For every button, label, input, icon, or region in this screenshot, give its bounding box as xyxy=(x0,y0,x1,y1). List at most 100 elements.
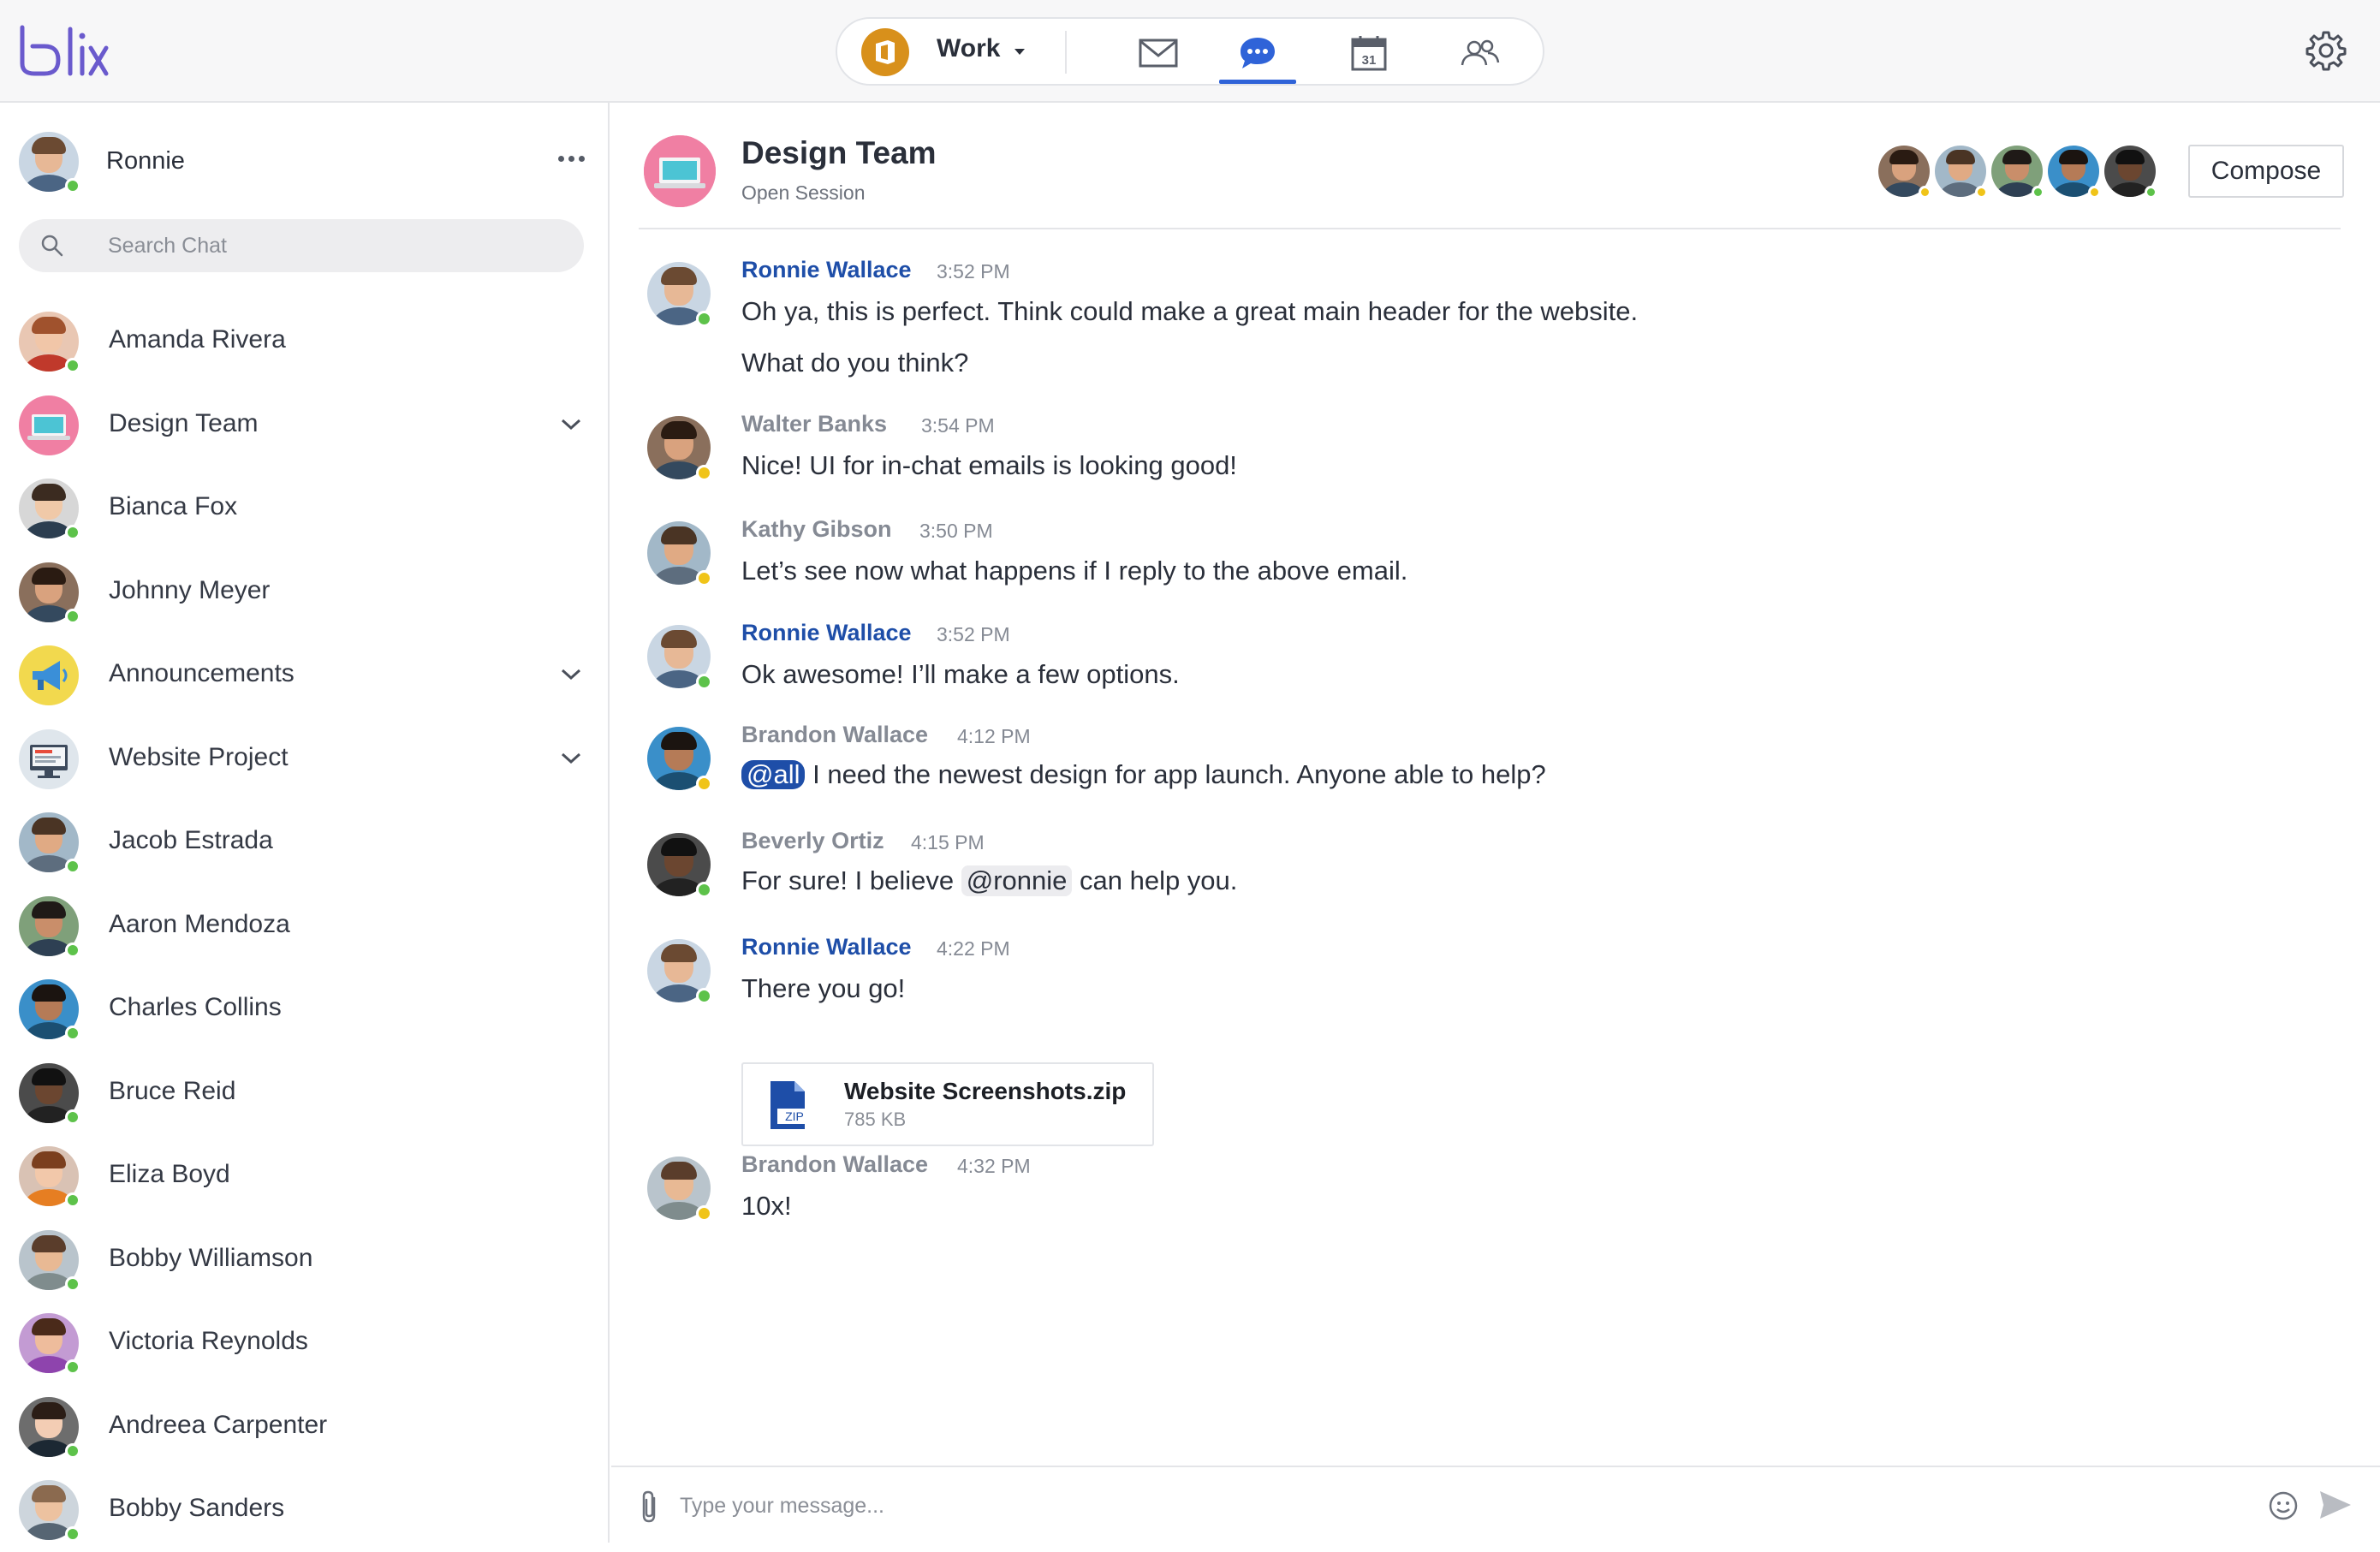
nav-mail-button[interactable] xyxy=(1120,27,1197,79)
avatar[interactable] xyxy=(1878,146,1931,199)
avatar[interactable] xyxy=(1991,146,2044,199)
chat-list-item[interactable]: Jacob Estrada xyxy=(0,800,608,884)
avatar[interactable] xyxy=(19,979,80,1041)
message-timestamp: 3:50 PM xyxy=(919,520,993,542)
chat-list-item[interactable]: Andreea Carpenter xyxy=(0,1385,608,1469)
chevron-down-icon[interactable] xyxy=(560,752,582,765)
message-sender[interactable]: Ronnie Wallace xyxy=(741,257,912,283)
message-sender[interactable]: Beverly Ortiz xyxy=(741,828,884,854)
message-sender[interactable]: Ronnie Wallace xyxy=(741,934,912,960)
avatar[interactable] xyxy=(19,1480,80,1542)
chat-name: Bobby Sanders xyxy=(109,1494,285,1522)
avatar[interactable] xyxy=(19,312,80,373)
chat-list-item[interactable]: Bobby Williamson xyxy=(0,1218,608,1302)
chat-list-item[interactable]: Johnny Meyer xyxy=(0,550,608,634)
avatar[interactable] xyxy=(2048,146,2101,199)
message-input[interactable] xyxy=(678,1483,1962,1529)
message-sender[interactable]: Kathy Gibson xyxy=(741,516,892,543)
chat-list-item[interactable]: Bobby Sanders xyxy=(0,1468,608,1552)
chat-list-item[interactable]: Amanda Rivera xyxy=(0,300,608,384)
search-input[interactable] xyxy=(106,219,568,272)
attachment-file-name: Website Screenshots.zip xyxy=(844,1078,1127,1104)
group-avatar[interactable] xyxy=(19,728,79,789)
chevron-down-icon[interactable] xyxy=(560,418,582,431)
calendar-date: 31 xyxy=(1362,53,1377,68)
chevron-down-icon[interactable] xyxy=(560,668,582,681)
avatar[interactable] xyxy=(647,939,712,1004)
top-bar: Work 31 xyxy=(0,0,2380,103)
avatar[interactable] xyxy=(647,416,712,481)
message-sender[interactable]: Walter Banks xyxy=(741,411,887,437)
avatar[interactable] xyxy=(2104,146,2157,199)
chat-list-item[interactable]: Charles Collins xyxy=(0,967,608,1051)
file-attachment[interactable]: ZIP Website Screenshots.zip 785 KB xyxy=(741,1062,1154,1146)
avatar[interactable] xyxy=(647,521,712,586)
chat-list-item[interactable]: Bianca Fox xyxy=(0,467,608,550)
avatar[interactable] xyxy=(19,479,80,540)
avatar[interactable] xyxy=(19,132,80,193)
account-switcher[interactable]: Work 31 xyxy=(836,17,1544,86)
online-status-dot xyxy=(65,859,80,874)
avatar[interactable] xyxy=(647,833,712,898)
away-status-dot xyxy=(695,464,712,481)
chat-list-item[interactable]: Announcements xyxy=(0,633,608,717)
avatar[interactable] xyxy=(19,812,80,874)
avatar[interactable] xyxy=(19,1146,80,1208)
avatar[interactable] xyxy=(19,1313,80,1375)
online-status-dot xyxy=(2031,185,2044,199)
chat-list-item[interactable]: Aaron Mendoza xyxy=(0,884,608,968)
online-status-dot xyxy=(65,942,80,958)
avatar[interactable] xyxy=(647,625,712,690)
group-avatar[interactable] xyxy=(19,395,79,455)
message-sender[interactable]: Ronnie Wallace xyxy=(741,620,912,646)
nav-contacts-button[interactable] xyxy=(1442,27,1519,79)
online-status-dot xyxy=(695,673,712,690)
avatar[interactable] xyxy=(19,562,80,624)
avatar[interactable] xyxy=(647,262,712,327)
chat-name: Announcements xyxy=(109,659,295,687)
settings-button[interactable] xyxy=(2301,26,2351,75)
chat-name: Aaron Mendoza xyxy=(109,909,290,938)
message-sender[interactable]: Brandon Wallace xyxy=(741,1151,928,1178)
member-avatar[interactable] xyxy=(1878,146,1931,199)
send-icon[interactable] xyxy=(2317,1486,2354,1524)
online-status-dot xyxy=(65,525,80,540)
avatar[interactable] xyxy=(647,727,712,792)
search-bar xyxy=(19,219,584,272)
emoji-icon[interactable] xyxy=(2267,1490,2300,1522)
message-text: @all I need the newest design for app la… xyxy=(741,759,1546,790)
chat-list-item[interactable]: Design Team xyxy=(0,384,608,467)
message-sender[interactable]: Brandon Wallace xyxy=(741,722,928,748)
chat-list-item[interactable]: Eliza Boyd xyxy=(0,1134,608,1218)
member-avatar[interactable] xyxy=(1991,146,2044,199)
laptop-icon xyxy=(644,135,716,207)
mention-tag[interactable]: @all xyxy=(741,760,806,789)
chat-list-item[interactable]: Victoria Reynolds xyxy=(0,1301,608,1385)
avatar[interactable] xyxy=(19,1229,80,1292)
chat-list-item[interactable]: Bruce Reid xyxy=(0,1051,608,1135)
member-avatar[interactable] xyxy=(2048,146,2101,199)
group-avatar[interactable] xyxy=(19,645,79,705)
attachment-file-size: 785 KB xyxy=(844,1109,907,1130)
compose-button[interactable]: Compose xyxy=(2188,145,2344,198)
member-avatar[interactable] xyxy=(1935,146,1988,199)
message-timestamp: 3:52 PM xyxy=(937,260,1010,282)
member-avatar[interactable] xyxy=(2104,146,2157,199)
mention-tag[interactable]: @ronnie xyxy=(961,865,1073,896)
chat-list-item[interactable]: Website Project xyxy=(0,717,608,801)
group-avatar[interactable] xyxy=(644,135,716,207)
avatar[interactable] xyxy=(19,132,80,193)
avatar[interactable] xyxy=(1935,146,1988,199)
nav-calendar-button[interactable]: 31 xyxy=(1330,27,1407,79)
more-options-icon[interactable] xyxy=(558,156,585,162)
avatar[interactable] xyxy=(19,895,80,958)
chat-name: Jacob Estrada xyxy=(109,826,273,854)
avatar[interactable] xyxy=(19,1396,80,1459)
message-timestamp: 3:54 PM xyxy=(921,414,995,437)
paperclip-icon[interactable] xyxy=(637,1490,663,1524)
nav-chat-button[interactable] xyxy=(1219,27,1296,79)
avatar[interactable] xyxy=(19,1062,80,1125)
blix-logo[interactable] xyxy=(15,21,110,80)
avatar[interactable] xyxy=(647,1157,712,1222)
chat-name: Eliza Boyd xyxy=(109,1160,230,1188)
